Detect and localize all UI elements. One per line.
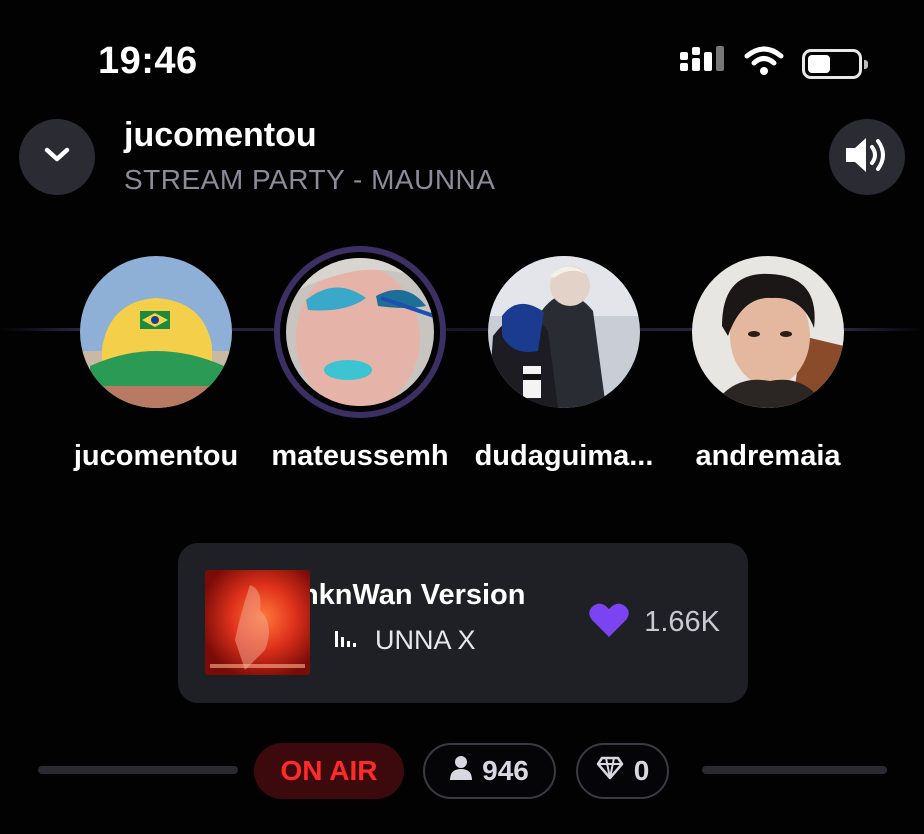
like-button[interactable]: 1.66K — [588, 601, 720, 644]
gems-button[interactable]: 0 — [576, 743, 669, 799]
now-playing-card[interactable]: UnknWan Version UNNA X 1.66K — [178, 543, 748, 703]
participant-dudaguima[interactable]: dudaguima... — [469, 256, 659, 472]
battery-icon — [802, 48, 868, 79]
volume-button[interactable] — [829, 119, 905, 195]
status-icons — [680, 46, 868, 81]
speaker-icon — [844, 135, 890, 180]
participant-mateussemh[interactable]: mateussemh — [265, 246, 455, 472]
party-title: STREAM PARTY - MAUNNA — [124, 164, 496, 195]
right-divider — [702, 766, 887, 774]
left-divider — [38, 766, 238, 774]
avatar — [692, 256, 844, 408]
participant-name: andremaia — [695, 440, 841, 472]
avatar-active — [274, 246, 446, 418]
track-title: UnknWan Version — [310, 579, 526, 611]
cellular-signal-icon — [680, 46, 726, 81]
participant-name: jucomentou — [73, 440, 239, 472]
participant-name: dudaguima... — [474, 440, 654, 472]
track-title-marquee: UnknWan Version — [310, 579, 570, 612]
stream-party-screen: 19:46 jucomentou STREAM PARTY - MAUNNA j… — [0, 0, 924, 834]
chevron-down-icon — [42, 145, 72, 170]
like-count: 1.66K — [644, 606, 720, 638]
participant-name: mateussemh — [271, 440, 449, 472]
collapse-button[interactable] — [19, 119, 95, 195]
listeners-count: 946 — [482, 755, 529, 786]
host-name[interactable]: jucomentou — [124, 116, 317, 155]
participant-andremaia[interactable]: andremaia — [673, 256, 863, 472]
avatar — [488, 256, 640, 408]
avatar — [80, 256, 232, 408]
heart-icon — [588, 601, 630, 644]
artist-row: UNNA X — [335, 625, 476, 656]
diamond-icon — [596, 755, 624, 787]
gems-count: 0 — [633, 755, 650, 786]
participant-jucomentou[interactable]: jucomentou — [61, 256, 251, 472]
status-time: 19:46 — [98, 40, 198, 82]
album-art — [205, 570, 310, 675]
wifi-icon — [744, 46, 784, 81]
listeners-button[interactable]: 946 — [423, 743, 556, 799]
on-air-badge: ON AIR — [254, 743, 404, 799]
equalizer-icon — [335, 627, 361, 654]
artist-name: UNNA X — [375, 625, 476, 655]
person-icon — [450, 755, 473, 787]
